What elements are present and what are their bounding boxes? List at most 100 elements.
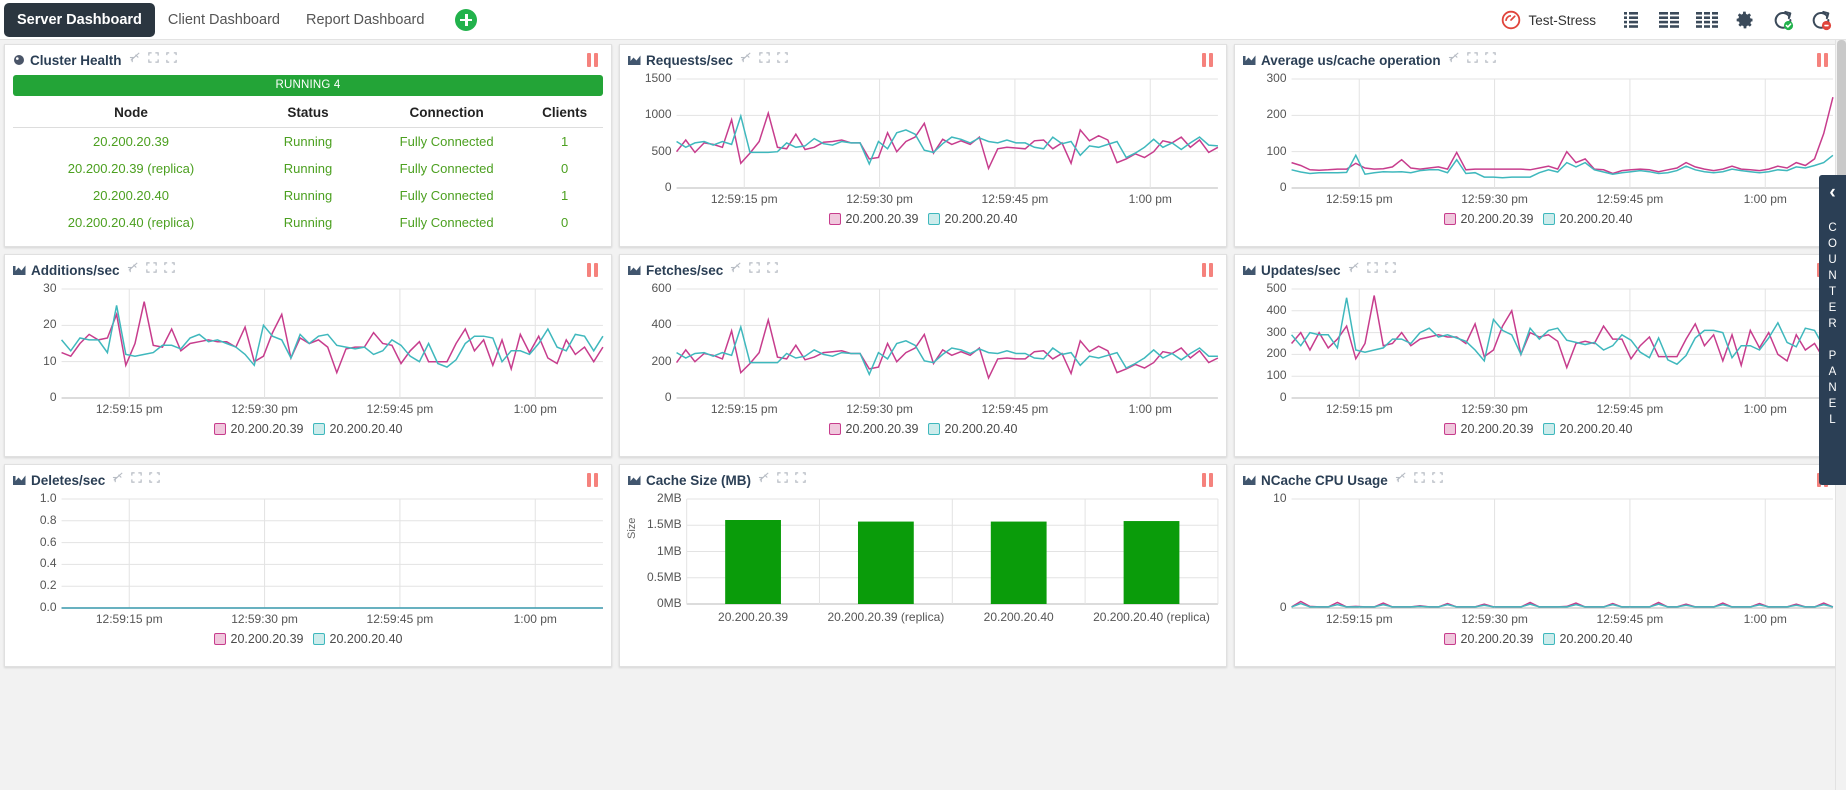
table-row[interactable]: 20.200.20.39 (replica) Running Fully Con… [13,155,603,182]
x-axis-tick-label: 12:59:30 pm [846,192,913,206]
clear-graph-icon[interactable] [730,261,743,279]
table-row[interactable]: 20.200.20.40 Running Fully Connected 1 [13,182,603,209]
legend-label: 20.200.20.40 [1559,212,1633,226]
y-axis-tick-label: 0 [664,180,672,194]
clear-graph-icon[interactable] [740,51,753,69]
legend-item[interactable]: 20.200.20.40 [312,422,403,436]
y-axis-tick-label: 500 [651,143,672,158]
y-axis-tick-label: 0.4 [39,556,57,571]
table-row[interactable]: 20.200.20.39 Running Fully Connected 1 [13,128,603,156]
y-axis-tick-label: 0 [664,390,672,404]
top-right-toolbar: Test-Stress [1501,0,1840,40]
dashboard-tabs: Server Dashboard Client Dashboard Report… [0,2,478,37]
panel-header-tools [129,51,178,69]
dashboard-row-3: Deletes/sec 0.0 0.2 0.4 0.6 0.8 1.0 12:59:15 pm… [2,464,1844,667]
maximize-icon[interactable] [1366,261,1379,279]
refresh-connected-icon[interactable] [1764,0,1802,40]
pause-button[interactable] [1202,473,1216,487]
expand-icon[interactable] [148,471,161,489]
add-dashboard-button[interactable] [455,8,478,31]
legend-item[interactable]: 20.200.20.40 [927,422,1018,436]
expand-icon[interactable] [1384,261,1397,279]
pause-button[interactable] [587,263,601,277]
pause-button[interactable] [1202,263,1216,277]
counter-panel-toggle[interactable]: ‹ COUNTER PANEL [1819,175,1846,485]
legend-item[interactable]: 20.200.20.39 [213,632,304,646]
panel-updates-per-sec: Updates/sec 0 100 200 300 400 500 12:59:15 pm 12… [1234,254,1842,457]
legend-item[interactable]: 20.200.20.39 [1443,422,1534,436]
expand-icon[interactable] [794,471,807,489]
maximize-icon[interactable] [1466,51,1479,69]
clear-graph-icon[interactable] [1348,261,1361,279]
cell-node: 20.200.20.40 [93,188,169,203]
pause-button[interactable] [1817,53,1831,67]
y-axis-tick-label: 0.6 [39,534,57,549]
clear-graph-icon[interactable] [127,261,140,279]
expand-icon[interactable] [1484,51,1497,69]
chart-legend: 20.200.20.39 20.200.20.40 [620,422,1226,436]
clear-graph-icon[interactable] [112,471,125,489]
y-axis-tick-label: 0.8 [39,512,57,527]
maximize-icon[interactable] [758,51,771,69]
pause-button[interactable] [587,473,601,487]
expand-icon[interactable] [165,51,178,69]
maximize-icon[interactable] [145,261,158,279]
expand-icon[interactable] [776,51,789,69]
maximize-icon[interactable] [147,51,160,69]
x-axis-tick-label: 12:59:30 pm [1461,402,1528,416]
maximize-icon[interactable] [130,471,143,489]
panel-cluster-health: Cluster Health RUNNING 4 Node Status Con… [4,44,612,247]
table-row[interactable]: 20.200.20.40 (replica) Running Fully Con… [13,209,603,236]
clear-graph-icon[interactable] [758,471,771,489]
legend-label: 20.200.20.40 [329,632,403,646]
clear-graph-icon[interactable] [1448,51,1461,69]
legend-item[interactable]: 20.200.20.39 [828,212,919,226]
legend-swatch [828,423,841,435]
legend-item[interactable]: 20.200.20.40 [1542,632,1633,646]
legend-item[interactable]: 20.200.20.39 [213,422,304,436]
legend-swatch [1443,213,1456,225]
pause-button[interactable] [1202,53,1216,67]
chart-area: 0 10 20 30 12:59:15 pm 12:59:30 pm 12:59:45 pm… [5,281,611,456]
clear-graph-icon[interactable] [1395,471,1408,489]
legend-item[interactable]: 20.200.20.39 [1443,632,1534,646]
legend-item[interactable]: 20.200.20.39 [828,422,919,436]
refresh-disconnected-icon[interactable] [1802,0,1840,40]
panel-header-tools [112,471,161,489]
clear-graph-icon[interactable] [129,51,142,69]
legend-label: 20.200.20.40 [944,212,1018,226]
legend-swatch [213,633,226,645]
maximize-icon[interactable] [748,261,761,279]
maximize-icon[interactable] [1413,471,1426,489]
legend-item[interactable]: 20.200.20.40 [312,632,403,646]
expand-icon[interactable] [1431,471,1444,489]
scrollbar-thumb[interactable] [1837,40,1846,180]
grid-3col-icon[interactable] [1688,0,1726,40]
legend-label: 20.200.20.40 [944,422,1018,436]
y-axis-tick-label: 200 [1266,107,1287,122]
gauge-icon [1502,10,1521,30]
x-axis-tick-label: 12:59:45 pm [1596,402,1664,416]
x-axis-tick-label: 12:59:15 pm [1325,612,1393,626]
legend-item[interactable]: 20.200.20.40 [1542,212,1633,226]
legend-item[interactable]: 20.200.20.40 [1542,422,1633,436]
legend-label: 20.200.20.39 [230,422,304,436]
pause-button[interactable] [587,53,601,67]
tab-client-dashboard[interactable]: Client Dashboard [155,3,293,37]
cell-status: Running [283,161,333,176]
expand-icon[interactable] [766,261,779,279]
maximize-icon[interactable] [776,471,789,489]
expand-icon[interactable] [163,261,176,279]
x-axis-tick-label: 12:59:45 pm [366,612,434,626]
legend-item[interactable]: 20.200.20.40 [927,212,1018,226]
grid-2col-icon[interactable] [1650,0,1688,40]
chart-area: 0 100 200 300 400 500 12:59:15 pm 12:59:30 pm 12… [1235,281,1841,456]
tab-server-dashboard[interactable]: Server Dashboard [4,2,155,37]
tab-report-dashboard[interactable]: Report Dashboard [293,3,438,37]
gear-icon[interactable] [1726,0,1764,40]
chart-area: 0 10 12:59:15 pm 12:59:30 pm 12:59:45 pm 1:00… [1235,491,1841,666]
legend-item[interactable]: 20.200.20.39 [1443,212,1534,226]
panel-header-tools [740,51,789,69]
chart-area: 0 100 200 300 12:59:15 pm 12:59:30 pm 12:59:45… [1235,71,1841,246]
list-view-icon[interactable] [1612,0,1650,40]
